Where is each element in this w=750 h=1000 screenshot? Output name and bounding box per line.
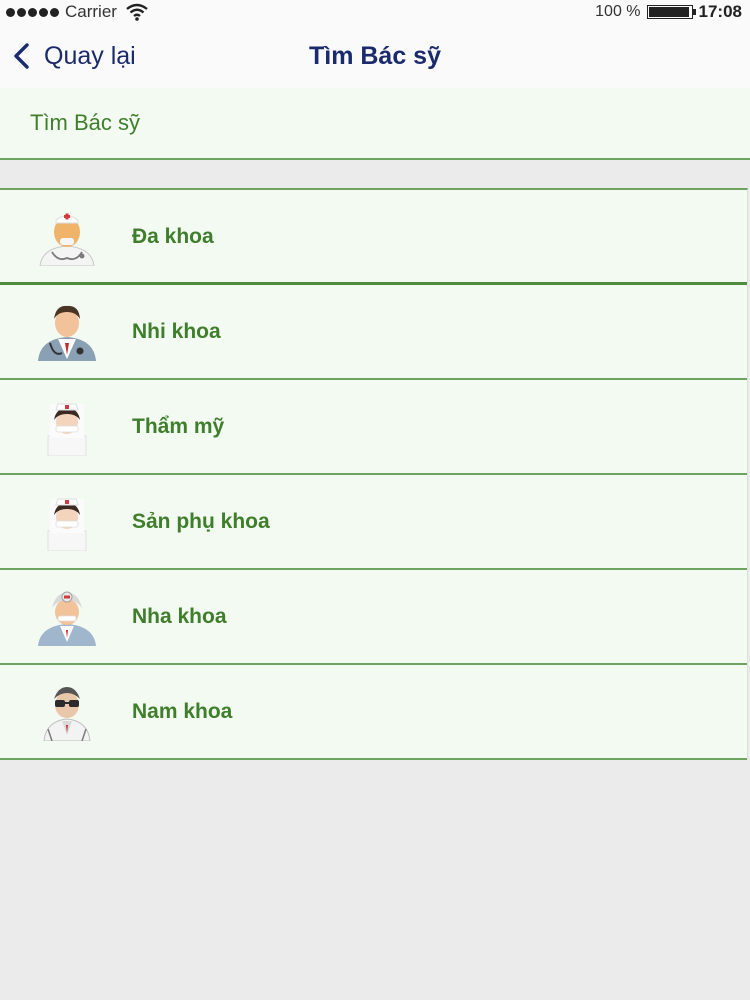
- doctor-glasses-icon: [43, 687, 91, 741]
- nurse-icon: [47, 498, 87, 551]
- list-item-label: Thẩm mỹ: [132, 415, 225, 438]
- chevron-left-icon: [14, 43, 29, 69]
- battery-icon: [646, 5, 696, 19]
- status-time: 17:08: [698, 2, 742, 21]
- list-item-nhi-khoa[interactable]: Nhi khoa: [0, 285, 747, 380]
- list-item-nam-khoa[interactable]: Nam khoa: [0, 665, 747, 760]
- list-item-label: Nha khoa: [132, 605, 227, 628]
- status-right: 100 % 17:08: [595, 2, 742, 22]
- list-item-label: Nam khoa: [132, 700, 233, 723]
- status-bar: Carrier 100 % 17:08: [0, 0, 750, 24]
- wifi-icon: [126, 3, 148, 21]
- status-left: Carrier: [6, 2, 149, 22]
- doctor-elder-icon: [39, 213, 95, 266]
- section-header: Tìm Bác sỹ: [0, 88, 750, 160]
- back-button-label: Quay lại: [44, 41, 136, 70]
- navigation-bar: Tìm Bác sỹ Quay lại: [0, 24, 750, 89]
- list-item-label: Sản phụ khoa: [132, 510, 270, 533]
- specialty-list: Đa khoa Nhi khoa Thẩm mỹ Sản phụ khoa Nh…: [0, 188, 748, 760]
- nurse-icon: [47, 403, 87, 456]
- list-item-label: Đa khoa: [132, 225, 214, 248]
- carrier-name: Carrier: [65, 2, 117, 21]
- list-item-label: Nhi khoa: [132, 320, 221, 343]
- list-item-da-khoa[interactable]: Đa khoa: [0, 190, 747, 285]
- section-header-label: Tìm Bác sỹ: [30, 110, 141, 135]
- doctor-stethoscope-icon: [38, 305, 96, 361]
- list-item-san-phu-khoa[interactable]: Sản phụ khoa: [0, 475, 747, 570]
- signal-strength-icon: [6, 7, 59, 17]
- doctor-head-mirror-icon: [38, 591, 96, 646]
- battery-percentage: 100 %: [595, 3, 641, 20]
- back-button[interactable]: Quay lại: [12, 24, 136, 88]
- list-item-nha-khoa[interactable]: Nha khoa: [0, 570, 747, 665]
- list-item-tham-my[interactable]: Thẩm mỹ: [0, 380, 747, 475]
